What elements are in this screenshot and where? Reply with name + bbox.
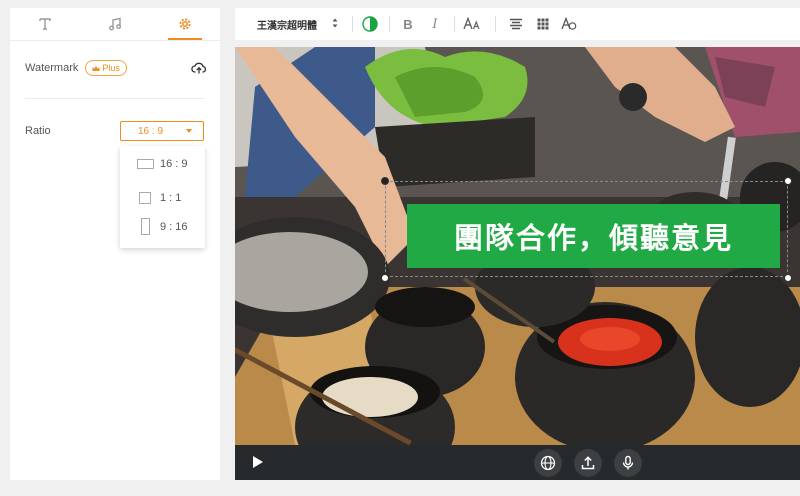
globe-icon	[540, 455, 556, 471]
ratio-16-9-icon	[137, 159, 154, 169]
gear-icon	[179, 18, 191, 30]
text-icon	[39, 18, 51, 30]
tab-music[interactable]	[80, 8, 150, 40]
ratio-dropdown-menu: 16 : 9 1 : 1 9 : 16	[120, 146, 205, 248]
ratio-select[interactable]: 16 : 9	[120, 121, 204, 141]
plus-badge[interactable]: Plus	[85, 60, 127, 76]
cloud-upload-icon[interactable]	[191, 60, 207, 76]
language-button[interactable]	[534, 449, 562, 477]
export-button[interactable]	[574, 449, 602, 477]
ratio-option-label: 9 : 16	[160, 221, 188, 233]
ratio-selected-value: 16 : 9	[138, 125, 164, 137]
selection-handle-bottom-right[interactable]	[784, 274, 792, 282]
tab-text[interactable]	[10, 8, 80, 40]
text-toolbar: 王漢宗超明體 B I	[235, 8, 800, 40]
font-family-select[interactable]: 王漢宗超明體	[257, 17, 317, 32]
ratio-option-1-1[interactable]: 1 : 1	[120, 185, 205, 211]
font-size-icon[interactable]	[463, 15, 481, 33]
tab-settings[interactable]	[150, 8, 220, 40]
playback-bar	[235, 445, 800, 480]
crown-icon	[92, 65, 100, 71]
italic-icon[interactable]: I	[426, 15, 444, 33]
settings-panel: Watermark Plus Ratio 16 : 9 16 : 9 1 : 1…	[10, 8, 220, 480]
plus-badge-label: Plus	[102, 63, 120, 73]
tab-divider	[10, 40, 220, 41]
grid-icon[interactable]	[534, 15, 552, 33]
watermark-label: Watermark	[25, 62, 79, 74]
text-effect-icon[interactable]	[560, 15, 578, 33]
video-canvas[interactable]: 團隊合作，傾聽意見	[235, 47, 800, 445]
align-center-icon[interactable]	[507, 15, 525, 33]
ratio-1-1-icon	[139, 192, 151, 204]
watermark-row: Watermark Plus	[25, 58, 207, 78]
color-circle-icon[interactable]	[361, 15, 379, 33]
ratio-label: Ratio	[25, 125, 51, 137]
selection-handle-bottom-left[interactable]	[381, 274, 389, 282]
selection-handle-top-left[interactable]	[381, 177, 389, 185]
play-icon[interactable]	[253, 456, 263, 468]
microphone-button[interactable]	[614, 449, 642, 477]
toolbar-divider	[454, 16, 455, 32]
toolbar-divider	[352, 16, 353, 32]
upload-icon	[581, 456, 595, 470]
toolbar-divider	[389, 16, 390, 32]
panel-tabs	[10, 8, 220, 40]
microphone-icon	[622, 455, 634, 470]
toolbar-divider	[495, 16, 496, 32]
ratio-option-9-16[interactable]: 9 : 16	[120, 214, 205, 240]
caption-text-box[interactable]: 團隊合作，傾聽意見	[407, 204, 780, 268]
ratio-9-16-icon	[141, 218, 150, 235]
panel-divider	[25, 98, 205, 99]
music-icon	[109, 17, 122, 31]
caret-down-icon	[186, 129, 192, 133]
ratio-option-16-9[interactable]: 16 : 9	[120, 151, 205, 177]
selection-handle-top-right[interactable]	[784, 177, 792, 185]
ratio-option-label: 16 : 9	[160, 158, 188, 170]
ratio-option-label: 1 : 1	[160, 192, 182, 204]
bold-icon[interactable]: B	[399, 15, 417, 33]
select-arrows-icon[interactable]	[332, 17, 338, 29]
